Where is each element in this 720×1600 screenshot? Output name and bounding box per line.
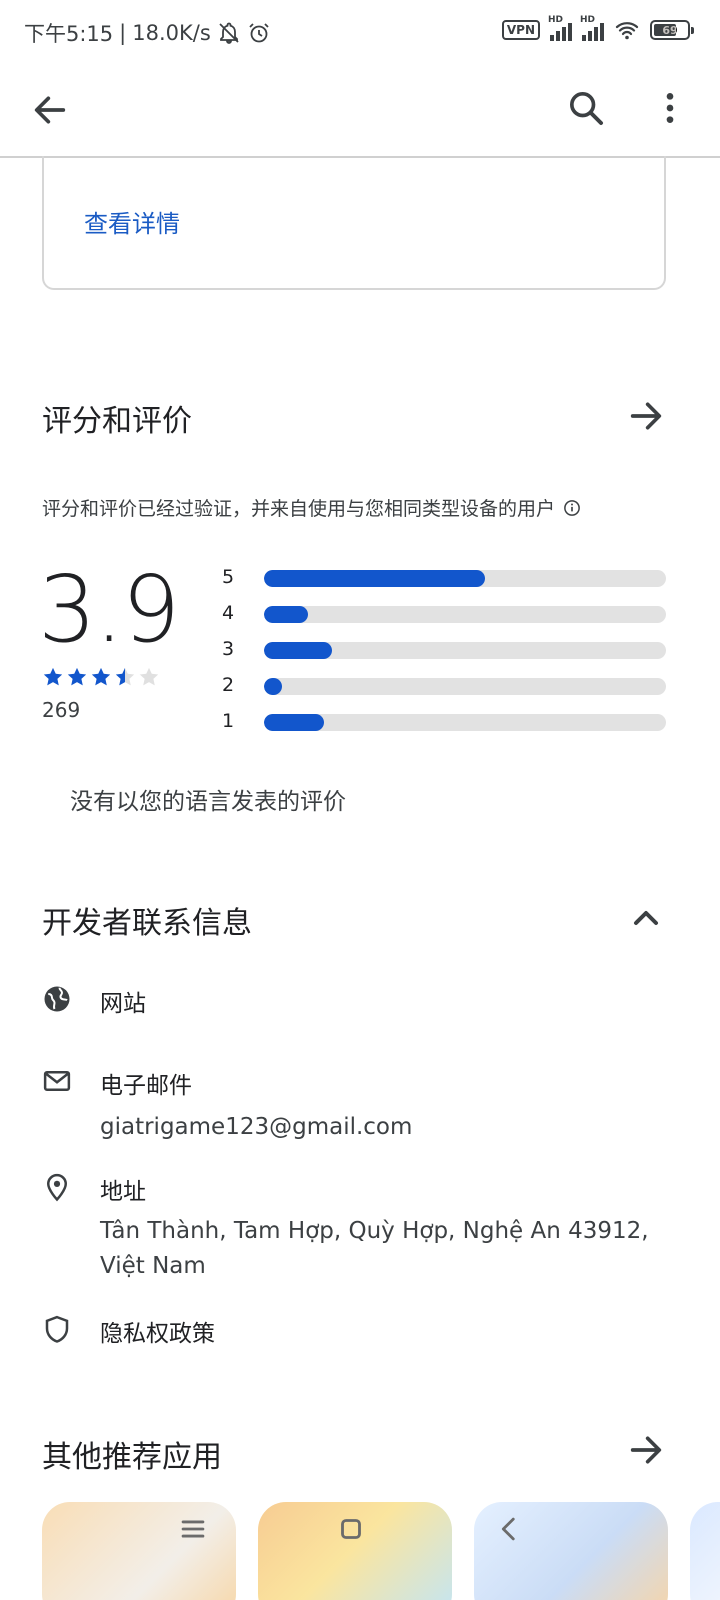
battery-icon: 69 bbox=[650, 20, 694, 40]
rating-bar-fill bbox=[264, 570, 486, 587]
star-full-icon bbox=[91, 667, 111, 686]
mail-icon bbox=[43, 1071, 71, 1091]
shield-icon bbox=[45, 1315, 69, 1343]
rating-bar-row: 3 bbox=[222, 638, 666, 662]
email-label: 电子邮件 bbox=[100, 1073, 192, 1099]
address-text: Tân Thành, Tam Hợp, Quỳ Hợp, Nghệ An 439… bbox=[100, 1218, 649, 1279]
rating-bar-label: 3 bbox=[222, 638, 235, 660]
recommended-apps-title[interactable]: 其他推荐应用 bbox=[42, 1432, 222, 1476]
alarm-icon bbox=[249, 23, 269, 43]
rating-bar-track bbox=[264, 570, 666, 587]
status-bar: 下午5:15 | 18.0K/s VPN HD HD 69 bbox=[0, 0, 720, 64]
view-details-link[interactable]: 查看详情 bbox=[84, 204, 180, 239]
ratings-title[interactable]: 评分和评价 bbox=[42, 396, 192, 440]
status-time: 下午5:15 bbox=[24, 22, 114, 46]
location-pin-icon bbox=[46, 1173, 68, 1202]
chevron-up-icon[interactable] bbox=[626, 898, 666, 938]
rating-bar-label: 2 bbox=[222, 674, 235, 696]
info-icon[interactable] bbox=[563, 499, 581, 517]
wifi-icon bbox=[615, 22, 639, 40]
website-label: 网站 bbox=[100, 991, 146, 1017]
bell-off-icon bbox=[219, 22, 239, 44]
rating-bar-row: 4 bbox=[222, 602, 666, 626]
rating-bar-track bbox=[264, 678, 666, 695]
vpn-badge: VPN bbox=[501, 20, 540, 40]
rating-bar-fill bbox=[264, 678, 283, 695]
rating-bar-label: 1 bbox=[222, 710, 235, 732]
app-bar bbox=[0, 64, 720, 158]
star-full-icon bbox=[67, 667, 87, 686]
hd-label: HD bbox=[580, 15, 596, 25]
address-label: 地址 bbox=[100, 1179, 146, 1205]
star-full-icon bbox=[43, 667, 63, 686]
no-reviews-message: 没有以您的语言发表的评价 bbox=[70, 789, 346, 815]
back-icon[interactable] bbox=[492, 1512, 526, 1546]
developer-contact-title[interactable]: 开发者联系信息 bbox=[42, 898, 252, 942]
hd-label: HD bbox=[548, 15, 564, 25]
rating-bar-label: 4 bbox=[222, 602, 235, 624]
rating-bar-fill bbox=[264, 606, 309, 623]
signal-icon: HD bbox=[580, 15, 604, 41]
privacy-policy-label: 隐私权政策 bbox=[100, 1321, 215, 1347]
rating-bar-row: 1 bbox=[222, 710, 666, 734]
signal-icon: HD bbox=[548, 15, 572, 41]
arrow-forward-icon[interactable] bbox=[626, 396, 666, 436]
more-vert-icon[interactable] bbox=[650, 88, 690, 128]
rating-bar-fill bbox=[264, 714, 325, 731]
review-count: 269 bbox=[42, 698, 81, 722]
home-icon[interactable] bbox=[334, 1512, 368, 1546]
verified-note-text: 评分和评价已经过验证，并来自使用与您相同类型设备的用户 bbox=[42, 498, 556, 520]
system-nav-bar bbox=[0, 1502, 720, 1562]
rating-bar-track bbox=[264, 642, 666, 659]
email-address: giatrigame123@gmail.com bbox=[100, 1114, 413, 1140]
rating-bar-row: 2 bbox=[222, 674, 666, 698]
average-rating: 3.9 bbox=[38, 556, 180, 663]
search-icon[interactable] bbox=[566, 88, 606, 128]
arrow-back-icon[interactable] bbox=[30, 90, 70, 130]
star-empty-icon bbox=[139, 667, 159, 686]
status-right: VPN HD HD 69 bbox=[501, 15, 694, 42]
arrow-forward-icon[interactable] bbox=[626, 1430, 666, 1470]
rating-bar-track bbox=[264, 714, 666, 731]
rating-bar-row: 5 bbox=[222, 566, 666, 590]
rating-bar-fill bbox=[264, 642, 333, 659]
menu-icon[interactable] bbox=[176, 1512, 210, 1546]
rating-bar-label: 5 bbox=[222, 566, 235, 588]
globe-icon bbox=[44, 986, 70, 1012]
ratings-verified-note: 评分和评价已经过验证，并来自使用与您相同类型设备的用户 bbox=[42, 494, 581, 521]
rating-bar-track bbox=[264, 606, 666, 623]
battery-level: 69 bbox=[662, 23, 678, 37]
network-speed: 18.0K/s bbox=[132, 21, 211, 45]
star-half-icon bbox=[115, 667, 135, 686]
status-left: 下午5:15 | 18.0K/s bbox=[24, 18, 271, 48]
star-rating bbox=[42, 666, 160, 688]
status-separator: | bbox=[119, 21, 127, 45]
